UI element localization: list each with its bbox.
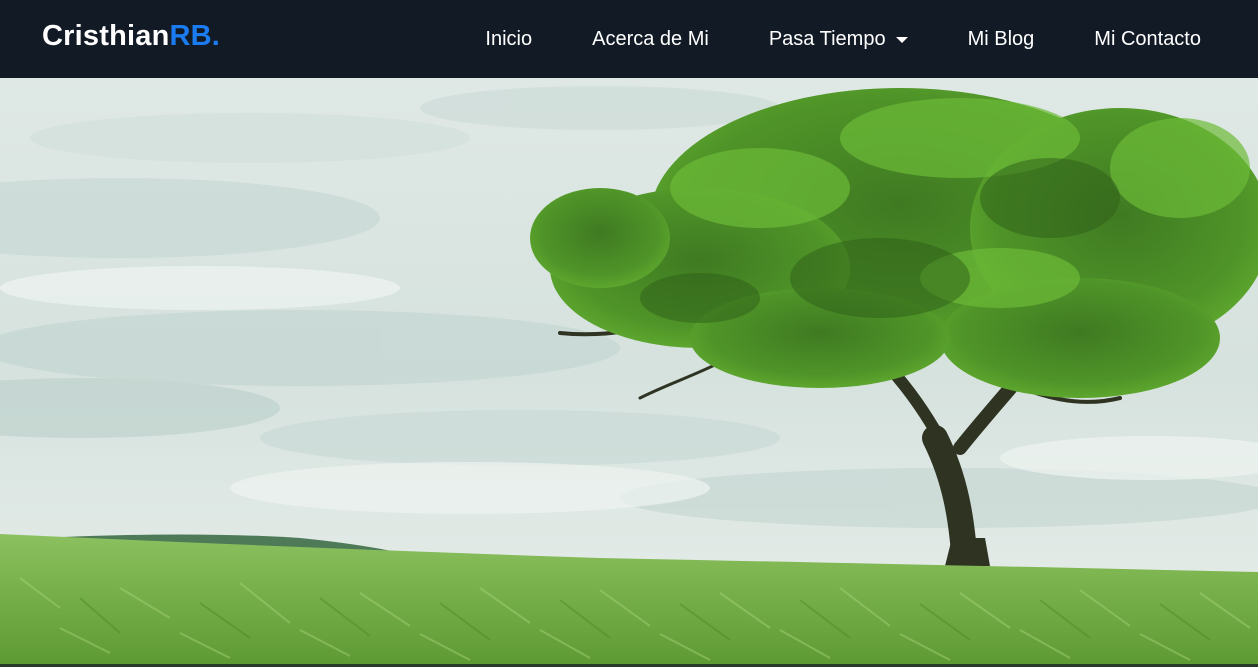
tree-field-illustration [0,78,1258,664]
nav-blog-label: Mi Blog [967,27,1035,50]
nav-acerca-de-mi[interactable]: Acerca de Mi [592,28,709,51]
nav-mi-contacto[interactable]: Mi Contacto [1094,28,1201,51]
nav-pasa-tiempo-dropdown[interactable]: Pasa Tiempo [769,28,908,51]
nav-acerca-label: Acerca de Mi [592,27,709,50]
caret-down-icon [895,37,908,43]
hero-banner-image [0,78,1258,664]
nav-mi-blog[interactable]: Mi Blog [968,28,1035,51]
main-nav: Inicio Acerca de Mi Pasa Tiempo Mi Blog … [485,0,1201,78]
brand-accent: RB. [169,20,221,52]
nav-inicio[interactable]: Inicio [485,28,532,51]
brand-name: Cristhian [42,20,170,52]
navbar: CristhianRB. Inicio Acerca de Mi Pasa Ti… [0,0,1258,78]
nav-contacto-label: Mi Contacto [1094,27,1201,50]
brand-logo[interactable]: CristhianRB. [42,20,220,53]
nav-pasa-tiempo-label: Pasa Tiempo [768,27,886,50]
nav-inicio-label: Inicio [485,27,533,50]
